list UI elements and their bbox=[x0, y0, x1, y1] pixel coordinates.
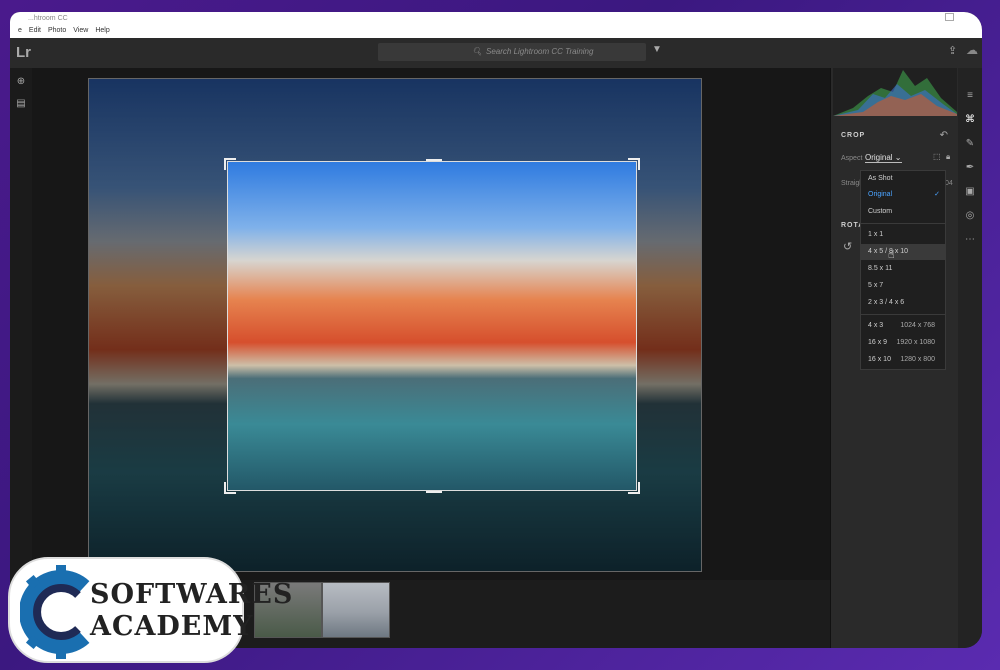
search-input[interactable]: 🔍︎ Search Lightroom CC Training bbox=[378, 43, 646, 61]
straighten-value: 04 bbox=[945, 180, 953, 187]
aspect-option-label: Custom bbox=[868, 208, 893, 215]
menu-view[interactable]: View bbox=[73, 27, 88, 34]
crop-handle-bottom[interactable] bbox=[426, 489, 442, 493]
aspect-option-label: 2 x 3 / 4 x 6 bbox=[868, 299, 905, 306]
aspect-option-label: 16 x 10 bbox=[868, 356, 891, 363]
aspect-option-label: 1 x 1 bbox=[868, 231, 884, 238]
photo-image bbox=[88, 78, 702, 572]
aspect-option-selected[interactable]: Original ✓ bbox=[861, 187, 945, 203]
crop-panel-title: CROP bbox=[841, 132, 866, 139]
rotate-left-icon[interactable]: ↺ bbox=[843, 240, 852, 253]
aspect-label: Aspect bbox=[841, 155, 863, 162]
aspect-option-resolution: 1024 x 768 bbox=[900, 322, 935, 329]
healing-icon[interactable]: ✎ bbox=[964, 138, 976, 150]
filmstrip-thumb-bridge[interactable] bbox=[322, 582, 390, 638]
aspect-option[interactable]: 8.5 x 11 bbox=[861, 261, 945, 277]
aspect-option-resolution: 1920 x 1080 bbox=[896, 339, 935, 346]
menu-file[interactable]: e bbox=[18, 27, 22, 34]
menu-help[interactable]: Help bbox=[95, 27, 109, 34]
menu-bar: e Edit Photo View Help bbox=[18, 27, 110, 34]
menu-edit[interactable]: Edit bbox=[29, 27, 41, 34]
aspect-option-label: Original bbox=[868, 191, 893, 198]
library-icon[interactable]: ▤ bbox=[15, 98, 27, 110]
filter-icon[interactable]: ▼ bbox=[652, 44, 662, 55]
maximize-button[interactable] bbox=[945, 13, 954, 21]
aspect-option-label: 5 x 7 bbox=[868, 282, 884, 289]
window-title: ...htroom CC bbox=[28, 15, 68, 22]
checkmark-icon: ✓ bbox=[934, 191, 940, 198]
aspect-option[interactable]: 4 x 3 1024 x 768 bbox=[861, 318, 945, 334]
more-icon[interactable]: ⋯ bbox=[964, 234, 976, 246]
aspect-option[interactable]: Custom bbox=[861, 204, 945, 220]
menu-photo[interactable]: Photo bbox=[48, 27, 66, 34]
crop-handle-bottom-left[interactable] bbox=[224, 482, 236, 494]
aspect-option-hovered[interactable]: 4 x 5 / 8 x 10 bbox=[861, 244, 945, 260]
crop-area[interactable] bbox=[224, 158, 640, 494]
reset-icon[interactable]: ↶ bbox=[940, 130, 948, 141]
aspect-option-label: 8.5 x 11 bbox=[868, 265, 893, 272]
histogram bbox=[833, 68, 957, 116]
linear-gradient-icon[interactable]: ▣ bbox=[964, 186, 976, 198]
aspect-option-label: 4 x 3 bbox=[868, 322, 884, 329]
edit-sliders-icon[interactable]: ≡ bbox=[964, 90, 976, 102]
aspect-select-value: Original bbox=[865, 153, 893, 162]
aspect-option-resolution: 1280 x 800 bbox=[900, 356, 935, 363]
watermark-logo: SOFTWARES ACADEMY bbox=[8, 557, 292, 663]
crop-handle-bottom-right[interactable] bbox=[628, 482, 640, 494]
dropdown-divider bbox=[861, 314, 945, 315]
aspect-option[interactable]: As Shot bbox=[861, 171, 945, 187]
crop-handle-top-right[interactable] bbox=[628, 158, 640, 170]
lock-icon[interactable]: 🔒︎ bbox=[946, 152, 950, 162]
aspect-option[interactable]: 5 x 7 bbox=[861, 278, 945, 294]
aspect-select[interactable]: Original ⌄ bbox=[865, 153, 902, 163]
right-toolbar: ≡ ⌘ ✎ ✒ ▣ ◎ ⋯ bbox=[958, 68, 982, 648]
app-window: ...htroom CC e Edit Photo View Help Lr 🔍… bbox=[10, 12, 982, 648]
share-icon[interactable]: ⇪ bbox=[948, 44, 957, 57]
dropdown-divider bbox=[861, 223, 945, 224]
crop-icon[interactable]: ⌘ bbox=[964, 114, 976, 126]
aspect-option-label: 16 x 9 bbox=[868, 339, 888, 346]
radial-gradient-icon[interactable]: ◎ bbox=[964, 210, 976, 222]
aspect-option[interactable]: 16 x 9 1920 x 1080 bbox=[861, 335, 945, 351]
mouse-cursor-icon: ☝︎ bbox=[888, 249, 895, 261]
add-photos-icon[interactable]: ⊕ bbox=[15, 76, 27, 88]
search-icon: 🔍︎ bbox=[472, 47, 483, 56]
app-header: Lr 🔍︎ Search Lightroom CC Training ▼ ⇪ ☁ bbox=[10, 38, 982, 68]
crop-handle-top[interactable] bbox=[426, 159, 442, 163]
aspect-option[interactable]: 2 x 3 / 4 x 6 bbox=[861, 295, 945, 311]
aspect-option[interactable]: 1 x 1 bbox=[861, 227, 945, 243]
title-bar: ...htroom CC e Edit Photo View Help bbox=[10, 12, 982, 38]
watermark-line-2: ACADEMY bbox=[90, 611, 254, 642]
lightroom-logo: Lr bbox=[16, 44, 31, 61]
search-placeholder: Search Lightroom CC Training bbox=[486, 47, 594, 56]
aspect-option-label: As Shot bbox=[868, 175, 893, 182]
crop-handle-top-left[interactable] bbox=[224, 158, 236, 170]
cloud-icon[interactable]: ☁ bbox=[966, 43, 978, 57]
watermark-line-1: SOFTWARES bbox=[90, 579, 294, 610]
flip-icon[interactable]: ⬚ bbox=[933, 152, 941, 161]
aspect-option[interactable]: 16 x 10 1280 x 800 bbox=[861, 352, 945, 368]
aspect-dropdown: As Shot Original ✓ Custom 1 x 1 4 x 5 / 8… bbox=[860, 170, 946, 370]
brush-icon[interactable]: ✒ bbox=[964, 162, 976, 174]
